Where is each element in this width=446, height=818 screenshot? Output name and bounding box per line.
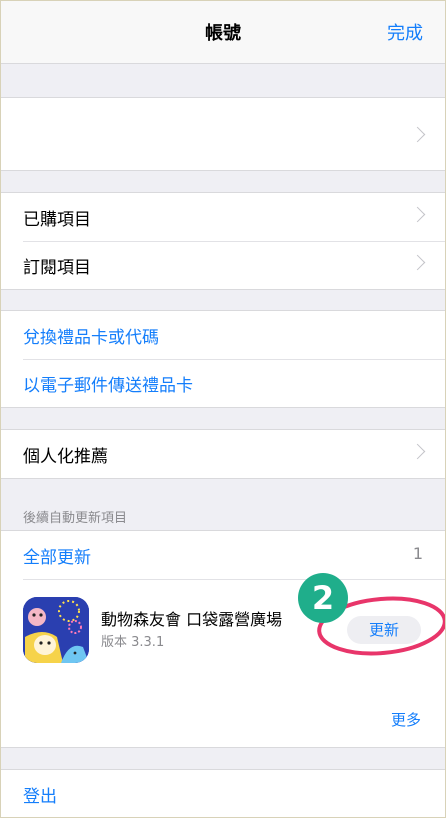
update-all-button[interactable]: 全部更新: [23, 543, 91, 568]
purchased-label: 已購項目: [23, 210, 91, 230]
gift-card-group: 兌換禮品卡或代碼 以電子郵件傳送禮品卡: [1, 310, 445, 408]
personalized-recommendations-row[interactable]: 個人化推薦: [1, 430, 445, 478]
app-icon: [23, 597, 89, 663]
step-number: 2: [312, 579, 334, 617]
chevron-right-icon: [409, 126, 426, 143]
purchases-group: 已購項目 訂閱項目: [1, 192, 445, 290]
chevron-right-icon: [409, 254, 426, 271]
navigation-bar: 帳號 完成: [1, 1, 445, 64]
subscriptions-row[interactable]: 訂閱項目: [1, 241, 445, 289]
page-title: 帳號: [205, 23, 241, 44]
personalization-group: 個人化推薦: [1, 429, 445, 479]
account-screen: 帳號 完成 已購項目 訂閱項目 兌換禮品卡或代碼 以電子郵件傳送禮品卡 個人化推…: [0, 0, 446, 818]
signout-group: 登出: [1, 769, 445, 817]
update-all-row: 全部更新 1: [1, 531, 445, 579]
chevron-right-icon: [409, 443, 426, 460]
app-version: 版本 3.3.1: [101, 635, 165, 650]
more-link[interactable]: 更多: [391, 709, 421, 730]
app-name: 動物森友會 口袋露營廣場: [101, 610, 283, 629]
personalized-recommendations-label: 個人化推薦: [23, 447, 108, 467]
step-number-badge: 2: [298, 573, 348, 623]
done-button[interactable]: 完成: [387, 19, 423, 45]
apple-id-group: [1, 97, 445, 171]
purchased-row[interactable]: 已購項目: [1, 193, 445, 241]
send-gift-card-row[interactable]: 以電子郵件傳送禮品卡: [1, 359, 445, 407]
chevron-right-icon: [409, 206, 426, 223]
send-gift-card-link: 以電子郵件傳送禮品卡: [23, 376, 193, 396]
redeem-gift-card-row[interactable]: 兌換禮品卡或代碼: [1, 311, 445, 359]
apple-id-row[interactable]: [1, 98, 445, 170]
redeem-gift-card-link: 兌換禮品卡或代碼: [23, 328, 159, 348]
sign-out-button: 登出: [23, 787, 57, 807]
pending-updates-count: 1: [412, 544, 423, 563]
subscriptions-label: 訂閱項目: [23, 258, 91, 278]
upcoming-updates-header: 後續自動更新項目: [23, 511, 128, 526]
sign-out-row[interactable]: 登出: [1, 770, 445, 817]
